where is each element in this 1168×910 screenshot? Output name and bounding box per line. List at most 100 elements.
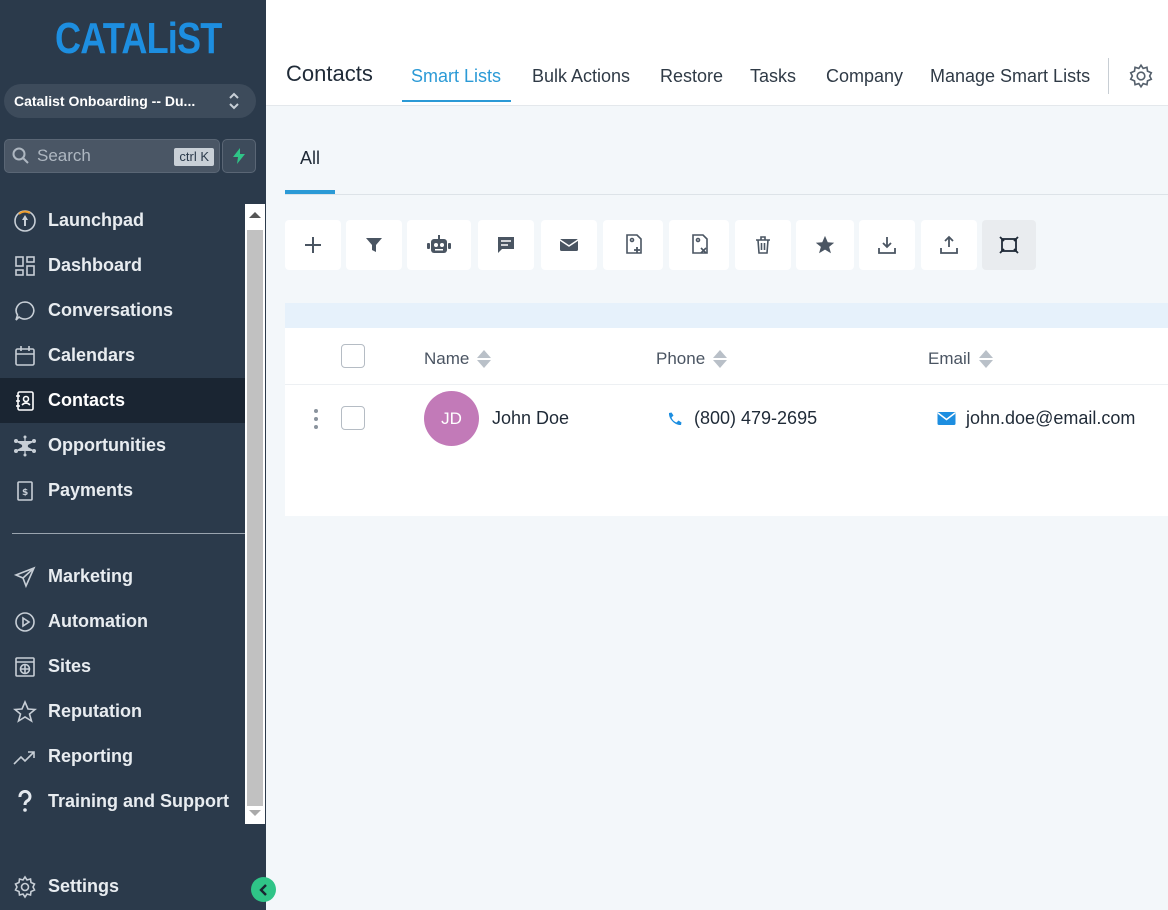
- review-request-button[interactable]: [796, 220, 854, 270]
- tab-bulk-actions[interactable]: Bulk Actions: [532, 66, 630, 87]
- sidebar-item-opportunities[interactable]: Opportunities: [0, 423, 245, 468]
- sidebar-item-label: Opportunities: [48, 435, 166, 455]
- grid-icon: [12, 253, 38, 279]
- robot-icon: [427, 235, 451, 253]
- tab-restore[interactable]: Restore: [660, 66, 723, 87]
- column-header-name[interactable]: Name: [424, 349, 492, 369]
- row-menu-icon[interactable]: [314, 408, 318, 430]
- sort-icon[interactable]: [477, 349, 492, 369]
- page-title: Contacts: [286, 61, 373, 86]
- tab-tasks[interactable]: Tasks: [750, 66, 796, 87]
- select-all-checkbox[interactable]: [341, 344, 365, 368]
- sidebar-item-label: Payments: [48, 480, 134, 500]
- active-tab-indicator: [402, 100, 511, 102]
- calendar-icon: [12, 343, 38, 369]
- tab-manage-smart-lists[interactable]: Manage Smart Lists: [930, 66, 1090, 87]
- column-header-label: Phone: [656, 349, 706, 368]
- sidebar-item-sites[interactable]: Sites: [0, 644, 245, 689]
- lightning-icon: [233, 148, 245, 164]
- export-icon: [940, 235, 958, 254]
- remove-tag-button[interactable]: [669, 220, 729, 270]
- sidebar-divider: [12, 533, 245, 534]
- avatar[interactable]: JD: [424, 391, 479, 446]
- scrollbar-thumb[interactable]: [247, 230, 263, 806]
- column-header-label: Name: [424, 349, 470, 368]
- sidebar-item-automation[interactable]: Automation: [0, 599, 245, 644]
- collapse-sidebar-button[interactable]: [251, 877, 276, 902]
- sidebar: CATALiST Catalist Onboarding -- Du... Se…: [0, 0, 266, 910]
- send-sms-button[interactable]: [478, 220, 534, 270]
- sidebar-item-label: Automation: [48, 611, 148, 631]
- merge-button[interactable]: [982, 220, 1036, 270]
- email-icon: [559, 239, 579, 251]
- contacts-table: Name Phone Email JD John Doe (800) 479-2…: [285, 303, 1168, 516]
- sidebar-item-conversations[interactable]: Conversations: [0, 288, 245, 333]
- sidebar-item-label: Marketing: [48, 566, 134, 586]
- location-name: Catalist Onboarding -- Du...: [14, 93, 196, 109]
- column-header-email[interactable]: Email: [928, 349, 993, 369]
- sidebar-item-label: Launchpad: [48, 210, 145, 230]
- sidebar-item-label: Settings: [48, 876, 120, 896]
- contact-phone[interactable]: (800) 479-2695: [666, 408, 817, 429]
- sidebar-item-dashboard[interactable]: Dashboard: [0, 243, 245, 288]
- add-contact-button[interactable]: [285, 220, 341, 270]
- location-switcher[interactable]: Catalist Onboarding -- Du...: [4, 84, 256, 118]
- add-tag-button[interactable]: [603, 220, 663, 270]
- header-divider: [285, 384, 1168, 385]
- sort-icon[interactable]: [978, 349, 993, 369]
- sidebar-item-calendars[interactable]: Calendars: [0, 333, 245, 378]
- tag-add-icon: [626, 234, 642, 254]
- sidebar-item-label: Sites: [48, 656, 92, 676]
- network-icon: [12, 433, 38, 459]
- send-email-button[interactable]: [541, 220, 597, 270]
- sidebar-item-reputation[interactable]: Reputation: [0, 689, 245, 734]
- invoice-icon: $: [12, 478, 38, 504]
- send-icon: [12, 564, 38, 590]
- quick-action-button[interactable]: [222, 139, 256, 173]
- scroll-down-arrow-icon[interactable]: [249, 810, 261, 816]
- tag-remove-icon: [692, 234, 708, 254]
- sidebar-item-reporting[interactable]: Reporting: [0, 734, 245, 779]
- column-header-phone[interactable]: Phone: [656, 349, 728, 369]
- search-input[interactable]: Search ctrl K: [4, 139, 220, 173]
- contacts-icon: [12, 388, 38, 414]
- brand-logo[interactable]: CATALiST: [55, 16, 222, 62]
- contact-email[interactable]: john.doe@email.com: [937, 408, 1135, 429]
- play-circle-icon: [12, 609, 38, 635]
- tab-smart-lists[interactable]: Smart Lists: [411, 66, 501, 87]
- sidebar-item-payments[interactable]: $ Payments: [0, 468, 245, 513]
- export-button[interactable]: [921, 220, 977, 270]
- phone-value: (800) 479-2695: [694, 408, 818, 428]
- star-icon: [12, 699, 38, 725]
- delete-button[interactable]: [735, 220, 791, 270]
- sidebar-item-launchpad[interactable]: Launchpad: [0, 198, 245, 243]
- scroll-up-arrow-icon[interactable]: [249, 212, 261, 218]
- sidebar-scrollbar[interactable]: [245, 204, 265, 824]
- sidebar-item-settings[interactable]: Settings: [0, 864, 245, 909]
- star-icon: [815, 235, 835, 254]
- chevron-updown-icon: [229, 92, 239, 110]
- import-button[interactable]: [859, 220, 915, 270]
- column-header-label: Email: [928, 349, 971, 368]
- message-icon: [498, 237, 514, 253]
- sidebar-item-training-and-support[interactable]: Training and Support: [0, 779, 245, 824]
- tab-company[interactable]: Company: [826, 66, 903, 87]
- contact-name[interactable]: John Doe: [492, 408, 569, 429]
- globe-icon: [12, 654, 38, 680]
- filter-button[interactable]: [346, 220, 402, 270]
- subtab-all[interactable]: All: [300, 148, 320, 169]
- chat-icon: [12, 298, 38, 324]
- gear-icon: [12, 874, 38, 900]
- import-icon: [878, 237, 896, 254]
- filter-icon: [366, 238, 382, 252]
- row-checkbox[interactable]: [341, 406, 365, 430]
- phone-icon: [666, 410, 684, 428]
- sidebar-item-marketing[interactable]: Marketing: [0, 554, 245, 599]
- table-info-band: [285, 303, 1168, 328]
- add-icon: [305, 237, 321, 253]
- automation-button[interactable]: [407, 220, 471, 270]
- email-icon: [937, 411, 956, 426]
- sidebar-item-contacts[interactable]: Contacts: [0, 378, 245, 423]
- sort-icon[interactable]: [713, 349, 728, 369]
- gear-icon[interactable]: [1128, 63, 1154, 89]
